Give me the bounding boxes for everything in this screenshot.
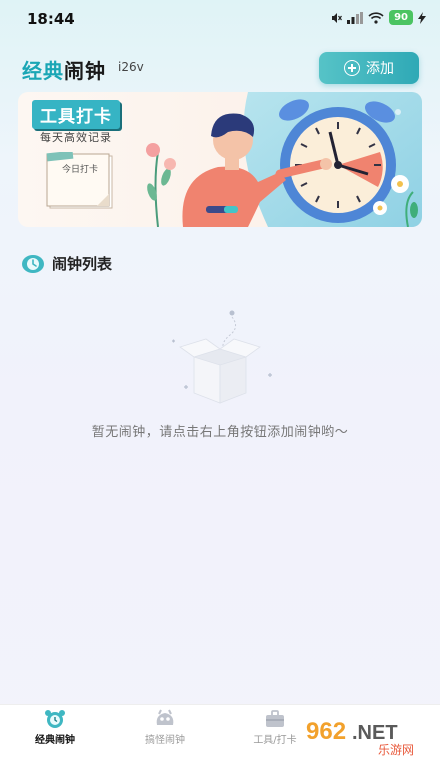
banner-title: 工具打卡 [32,100,120,129]
app-title-part1: 经典 [22,59,64,83]
tab-funny-alarm[interactable]: 搞怪闹钟 [110,709,220,746]
promo-banner[interactable]: 工具打卡 每天高效记录 今日打卡 [18,92,422,227]
alarm-list-icon [22,254,44,273]
note-paper-icon [46,152,113,209]
status-time: 18:44 [27,10,75,28]
tab-label: 经典闹钟 [35,735,75,746]
svg-text:乐游网: 乐游网 [378,743,414,757]
alarm-list-title: 闹钟列表 [52,255,113,273]
alarm-clock-icon [45,710,65,728]
toolbox-icon [266,710,284,727]
status-bar: 18:44 90 [0,0,440,38]
version-label: i26v [118,60,144,74]
empty-box-icon [172,310,272,404]
status-icons: 90 [330,10,426,25]
signal-icon [347,11,364,24]
svg-text:962: 962 [306,718,346,745]
empty-state-message: 暂无闹钟，请点击右上角按钮添加闹钟哟～ [91,425,349,440]
tab-classic-alarm[interactable]: 经典闹钟 [0,709,110,746]
note-text: 今日打卡 [62,165,99,175]
charging-icon [418,11,426,24]
site-watermark-logo: 962 .NET 乐游网 [300,714,440,757]
app-title: 经典闹钟 [22,55,106,84]
wifi-icon [368,11,384,24]
alarm-list-header: 闹钟列表 [22,253,112,274]
mute-icon [332,12,343,23]
plus-circle-icon [344,60,360,76]
tab-label: 搞怪闹钟 [145,735,185,746]
app-title-part2: 闹钟 [64,59,106,83]
monster-icon [156,709,174,725]
add-button-label: 添加 [366,61,394,77]
banner-subtitle: 每天高效记录 [40,131,112,144]
tab-label: 工具/打卡 [253,735,297,746]
add-alarm-button[interactable]: 添加 [319,52,419,84]
battery-indicator: 90 [389,10,413,25]
svg-text:.NET: .NET [352,722,398,744]
